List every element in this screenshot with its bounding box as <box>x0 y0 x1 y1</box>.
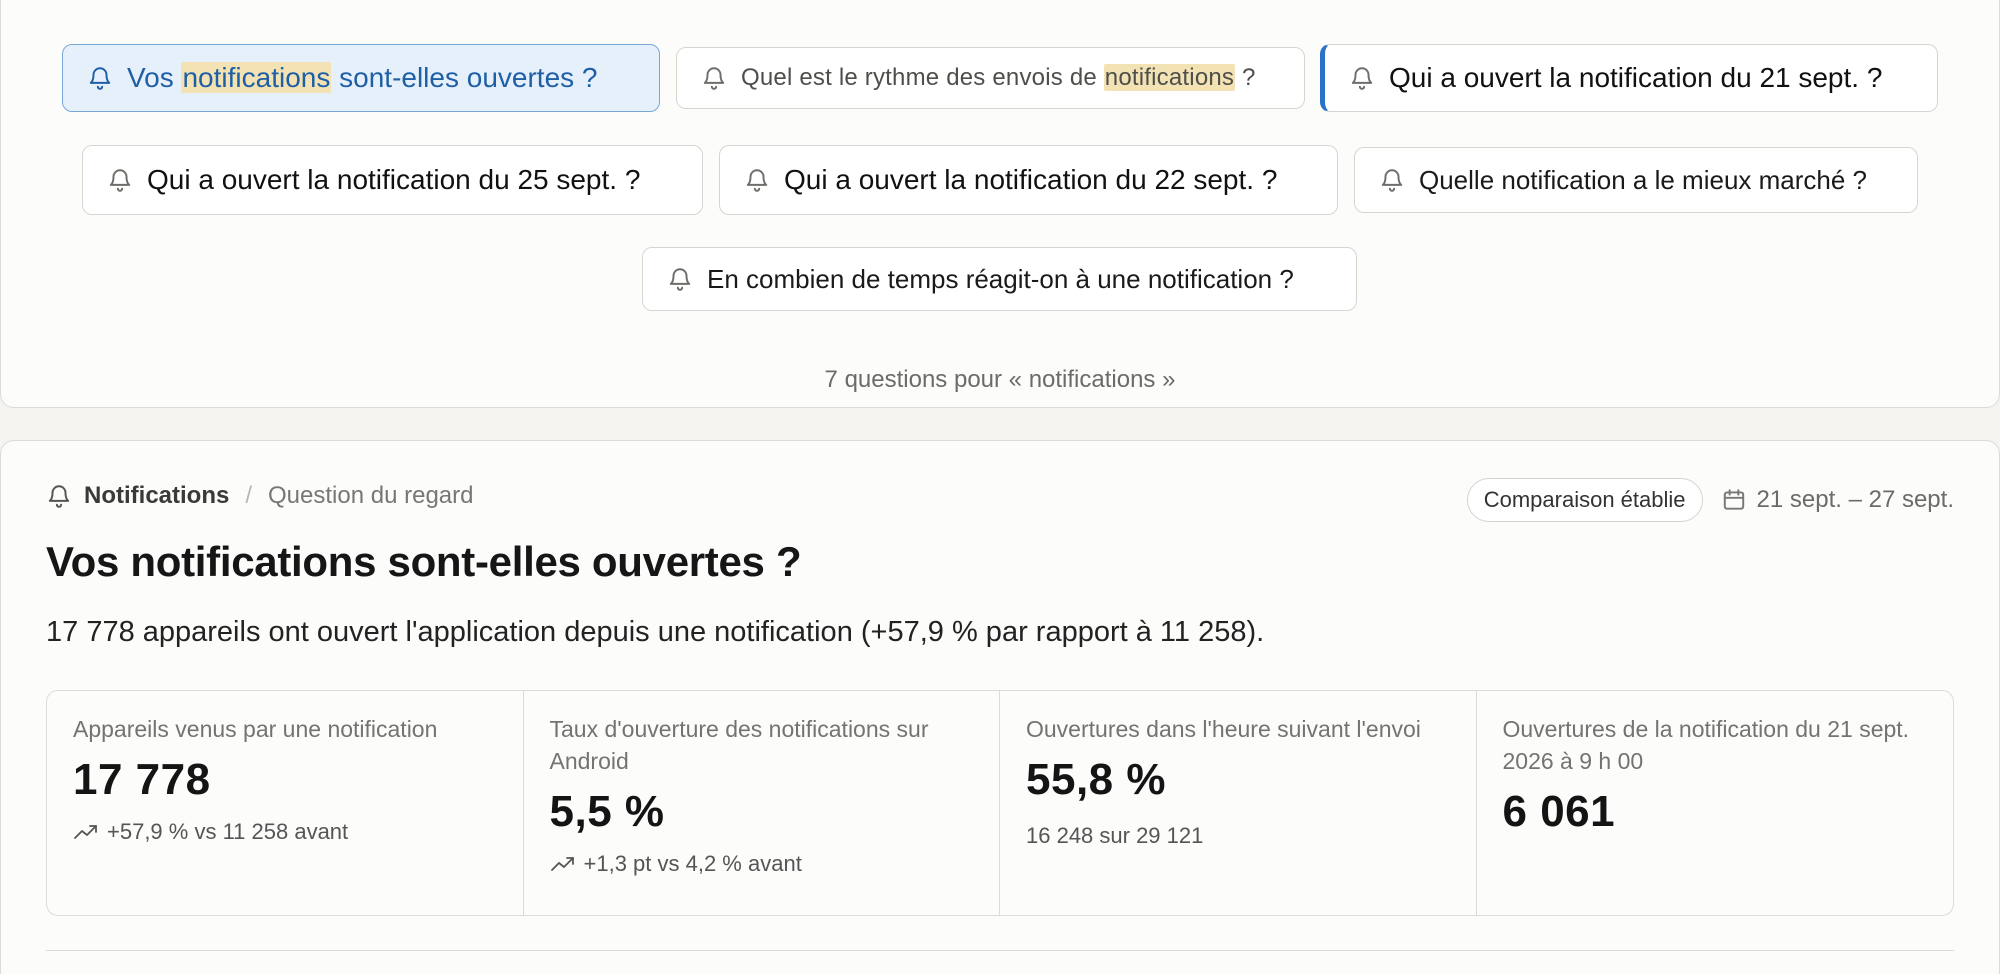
search-highlight: notifications <box>181 62 332 93</box>
kpi-grid: Appareils venus par une notification 17 … <box>46 690 1954 916</box>
calendar-icon <box>1723 489 1744 510</box>
kpi-label: Ouvertures de la notification du 21 sept… <box>1502 716 1910 774</box>
question-label: Qui a ouvert la notification du 25 sept.… <box>147 164 641 195</box>
bell-icon <box>746 169 768 192</box>
kpi-delta: +1,3 pt vs 4,2 % avant <box>550 851 974 877</box>
kpi-label: Taux d'ouverture des notifications sur A… <box>549 716 929 774</box>
question-chip-6[interactable]: Quelle notification a le mieux marché ? <box>1354 147 1918 213</box>
kpi-value: 17 778 <box>73 755 211 804</box>
bell-icon <box>109 169 131 192</box>
question-chip-7[interactable]: En combien de temps réagit-on à une noti… <box>642 247 1357 311</box>
kpi-subtext: 16 248 sur 29 121 <box>1026 823 1204 848</box>
kpi-label: Ouvertures dans l'heure suivant l'envoi <box>1026 716 1421 742</box>
question-label: Qui a ouvert la notification du 21 sept.… <box>1389 62 1883 93</box>
question-label: Quelle notification a le mieux marché ? <box>1419 164 1868 195</box>
kpi-card: Ouvertures de la notification du 21 sept… <box>1477 691 1954 915</box>
question-label: Qui a ouvert la notification du 22 sept.… <box>784 164 1278 195</box>
bell-icon <box>48 485 70 508</box>
question-label: En combien de temps réagit-on à une noti… <box>707 263 1294 294</box>
comparison-badge: Comparaison établie <box>1466 478 1703 522</box>
kpi-value: 55,8 % <box>1026 755 1166 804</box>
divider <box>46 950 1954 951</box>
question-label: Vos notifications sont-elles ouvertes ? <box>127 62 598 93</box>
question-chip-4[interactable]: Qui a ouvert la notification du 25 sept.… <box>82 145 703 215</box>
kpi-delta: +57,9 % vs 11 258 avant <box>73 819 497 845</box>
date-range[interactable]: 21 sept. – 27 sept. <box>1721 486 1954 514</box>
kpi-card: Ouvertures dans l'heure suivant l'envoi … <box>1000 691 1477 915</box>
question-chip-5[interactable]: Qui a ouvert la notification du 22 sept.… <box>719 145 1338 215</box>
breadcrumb-current: Question du regard <box>268 482 474 509</box>
breadcrumb-section[interactable]: Notifications <box>84 482 229 510</box>
page-title: Vos notifications sont-elles ouvertes ? <box>46 538 802 585</box>
kpi-card: Taux d'ouverture des notifications sur A… <box>524 691 1000 915</box>
date-range-label: 21 sept. – 27 sept. <box>1756 486 1954 513</box>
search-highlight: notifications <box>1103 64 1236 91</box>
kpi-card: Appareils venus par une notification 17 … <box>47 691 524 915</box>
bell-icon <box>1351 67 1373 90</box>
trend-up-icon <box>550 857 574 871</box>
bell-icon <box>669 268 691 291</box>
trend-up-icon <box>74 825 97 839</box>
question-chip-3[interactable]: Qui a ouvert la notification du 21 sept.… <box>1320 44 1938 112</box>
kpi-value: 5,5 % <box>549 787 665 836</box>
question-chip-2[interactable]: Quel est le rythme des envois de notific… <box>676 47 1305 109</box>
breadcrumb-separator: / <box>245 482 253 509</box>
header-meta: Comparaison établie 21 sept. – 27 sept. <box>1466 478 1954 522</box>
kpi-value: 6 061 <box>1502 787 1616 836</box>
bell-icon <box>1381 169 1403 192</box>
question-label: Quel est le rythme des envois de notific… <box>741 64 1256 91</box>
bell-icon <box>89 67 111 90</box>
question-chip-1[interactable]: Vos notifications sont-elles ouvertes ? <box>62 44 660 112</box>
kpi-label: Appareils venus par une notification <box>73 716 438 742</box>
summary-text: 17 778 appareils ont ouvert l'applicatio… <box>46 616 1265 648</box>
bell-icon <box>703 67 725 90</box>
breadcrumb: Notifications / Question du regard <box>46 482 473 510</box>
question-count: 7 questions pour « notifications » <box>824 366 1176 393</box>
